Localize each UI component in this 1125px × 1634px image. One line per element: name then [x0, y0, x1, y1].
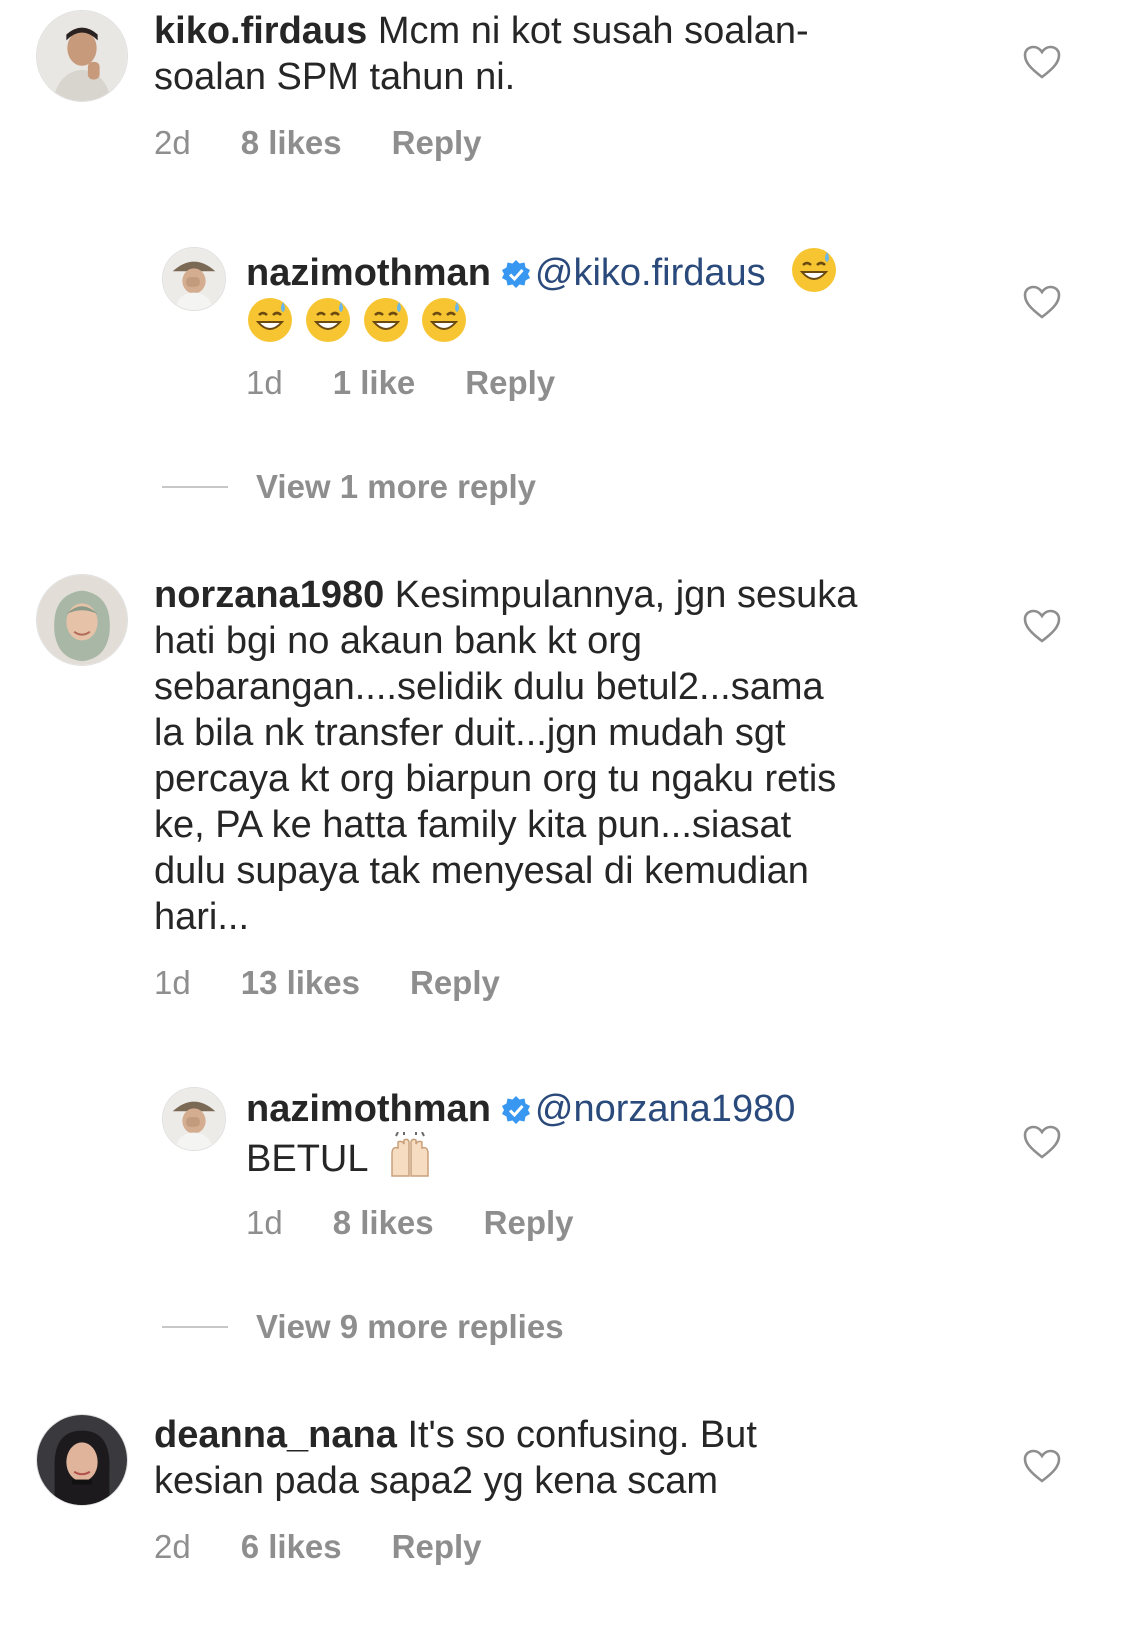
reply-button[interactable]: Reply	[484, 1204, 574, 1242]
avatar-image	[37, 575, 127, 665]
comment-line: sebarangan....selidik dulu betul2...sama	[154, 666, 824, 708]
comment-meta: 2d 8 likes Reply	[154, 124, 482, 162]
comment-text: deanna_nana It's so confusing. But kesia…	[154, 1412, 757, 1504]
grinning-sweat-emoji-icon	[306, 298, 350, 342]
comment-line: hati bgi no akaun bank kt org	[154, 620, 643, 662]
avatar[interactable]	[162, 247, 226, 311]
avatar[interactable]	[36, 1414, 128, 1506]
comment-line: dulu supaya tak menyesal di kemudian	[154, 850, 809, 892]
comment-body: It's so confusing. But	[407, 1414, 757, 1456]
timestamp: 2d	[154, 124, 191, 161]
avatar[interactable]	[36, 10, 128, 102]
heart-icon[interactable]	[1022, 284, 1062, 320]
comment-meta: 2d 6 likes Reply	[154, 1528, 482, 1566]
heart-icon[interactable]	[1022, 1448, 1062, 1484]
username[interactable]: nazimothman	[246, 252, 491, 294]
view-more-replies-button[interactable]: View 1 more reply	[162, 468, 536, 506]
view-more-replies-button[interactable]: View 9 more replies	[162, 1308, 564, 1346]
grinning-sweat-emoji-icon	[248, 298, 292, 342]
comment-meta: 1d 1 like Reply	[246, 364, 555, 402]
username[interactable]: nazimothman	[246, 1088, 491, 1130]
comment-meta: 1d 13 likes Reply	[154, 964, 500, 1002]
likes-count[interactable]: 1 like	[333, 364, 416, 402]
comment-line: hari...	[154, 896, 250, 938]
divider-line	[162, 486, 228, 488]
comment-body-line2: soalan SPM tahun ni.	[154, 56, 516, 98]
reply-button[interactable]: Reply	[392, 124, 482, 162]
grinning-sweat-emoji-icon	[792, 248, 837, 292]
raising-hands-emoji-icon	[390, 1132, 429, 1177]
comment-meta: 1d 8 likes Reply	[246, 1204, 574, 1242]
likes-count[interactable]: 8 likes	[241, 124, 342, 162]
reply-button[interactable]: Reply	[410, 964, 500, 1002]
avatar-image	[37, 1415, 127, 1505]
avatar-image	[163, 1088, 225, 1150]
grinning-sweat-emoji-icon	[422, 298, 466, 342]
timestamp: 1d	[154, 964, 191, 1001]
username[interactable]: deanna_nana	[154, 1414, 397, 1456]
comment-body: BETUL	[246, 1138, 368, 1180]
reply-button[interactable]: Reply	[392, 1528, 482, 1566]
heart-icon[interactable]	[1022, 44, 1062, 80]
comment-line: percaya kt org biarpun org tu ngaku reti…	[154, 758, 837, 800]
grinning-sweat-emoji-icon	[364, 298, 408, 342]
timestamp: 2d	[154, 1528, 191, 1565]
likes-count[interactable]: 6 likes	[241, 1528, 342, 1566]
view-more-label: View 9 more replies	[256, 1308, 564, 1345]
avatar-image	[37, 11, 127, 101]
comment-body-line2: kesian pada sapa2 yg kena scam	[154, 1460, 719, 1502]
comment-text: norzana1980 Kesimpulannya, jgn sesuka ha…	[154, 572, 857, 940]
timestamp: 1d	[246, 1204, 283, 1241]
avatar[interactable]	[162, 1087, 226, 1151]
username[interactable]: kiko.firdaus	[154, 10, 367, 52]
reply-button[interactable]: Reply	[465, 364, 555, 402]
mention-link[interactable]: @norzana1980	[535, 1088, 795, 1130]
comment-line: ke, PA ke hatta family kita pun...siasat	[154, 804, 792, 846]
likes-count[interactable]: 8 likes	[333, 1204, 434, 1242]
comment-text: kiko.firdaus Mcm ni kot susah soalan- so…	[154, 8, 809, 100]
heart-icon[interactable]	[1022, 608, 1062, 644]
view-more-label: View 1 more reply	[256, 468, 537, 505]
comment-line: Kesimpulannya, jgn sesuka	[394, 574, 858, 616]
username[interactable]: norzana1980	[154, 574, 384, 616]
mention-link[interactable]: @kiko.firdaus	[535, 252, 766, 294]
verified-badge-icon	[501, 260, 530, 288]
divider-line	[162, 1326, 228, 1328]
avatar-image	[163, 248, 225, 310]
comment-text: nazimothman @kiko.firdaus	[246, 246, 848, 346]
comment-body: Mcm ni kot susah soalan-	[377, 10, 809, 52]
comment-text: nazimothman @norzana1980 BETUL	[246, 1086, 795, 1182]
avatar[interactable]	[36, 574, 128, 666]
verified-badge-icon	[501, 1096, 530, 1124]
timestamp: 1d	[246, 364, 283, 401]
heart-icon[interactable]	[1022, 1124, 1062, 1160]
likes-count[interactable]: 13 likes	[241, 964, 360, 1002]
comment-line: la bila nk transfer duit...jgn mudah sgt	[154, 712, 786, 754]
